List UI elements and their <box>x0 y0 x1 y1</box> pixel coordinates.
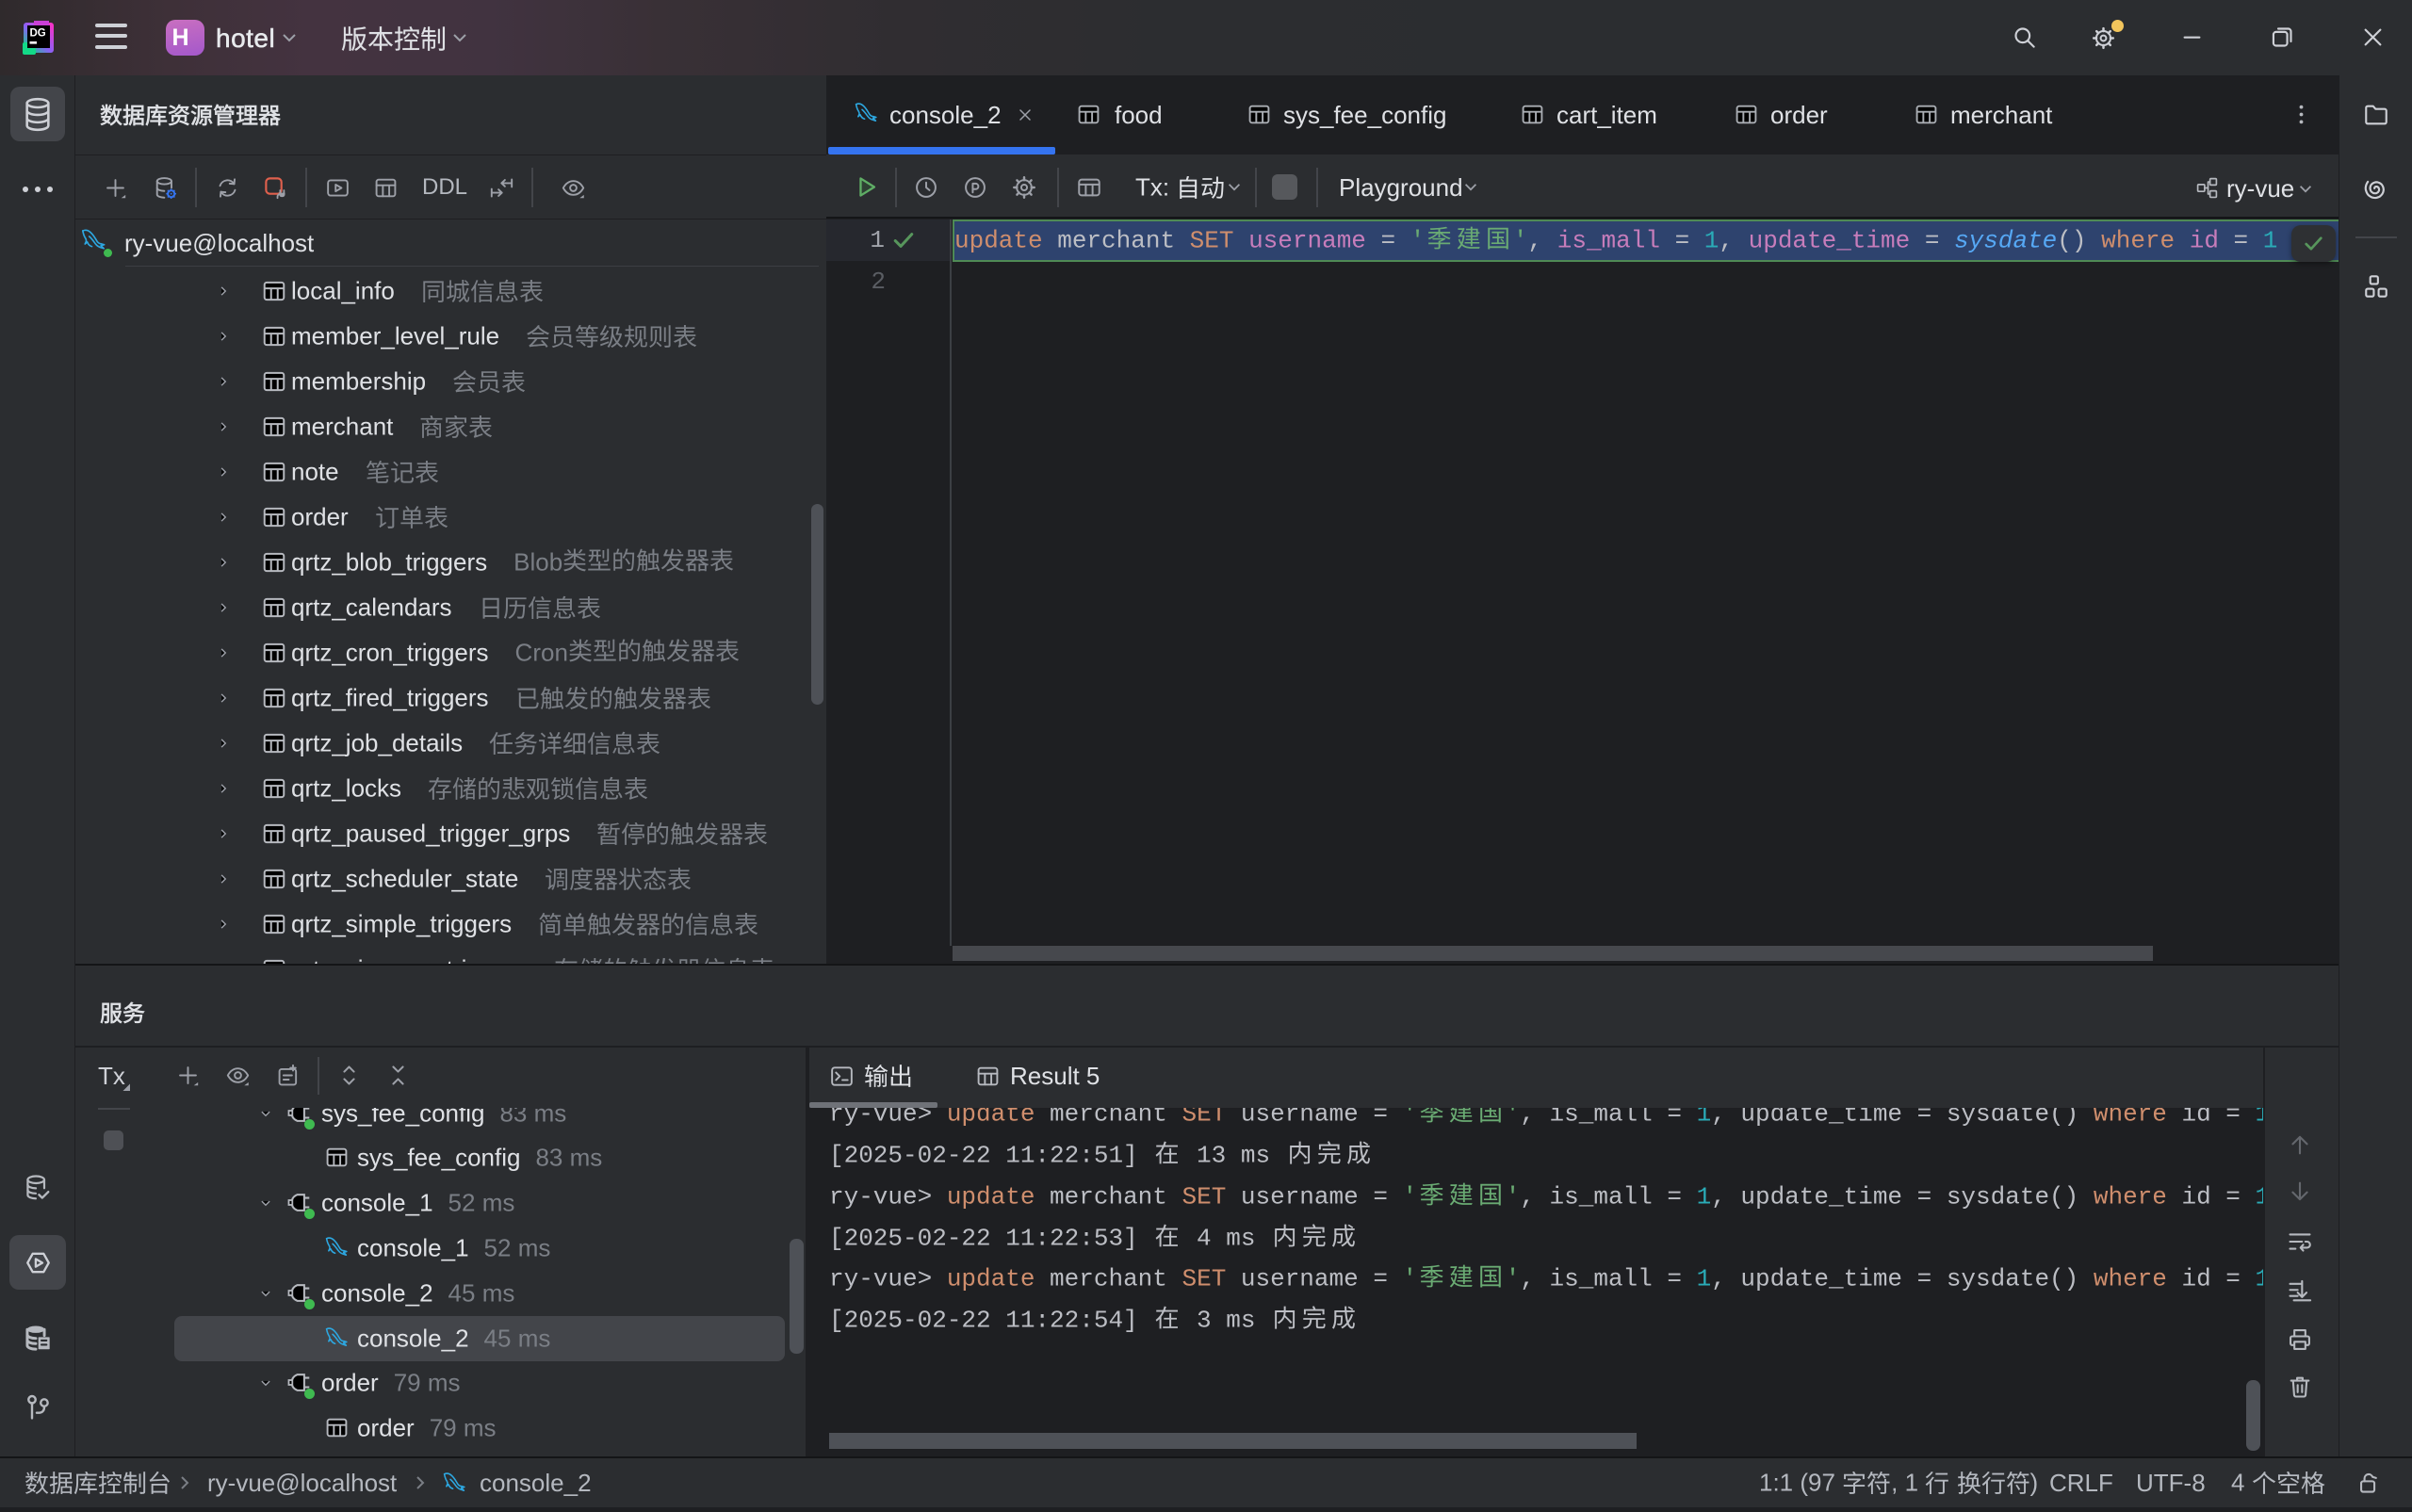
svg-text:DG: DG <box>30 28 46 40</box>
